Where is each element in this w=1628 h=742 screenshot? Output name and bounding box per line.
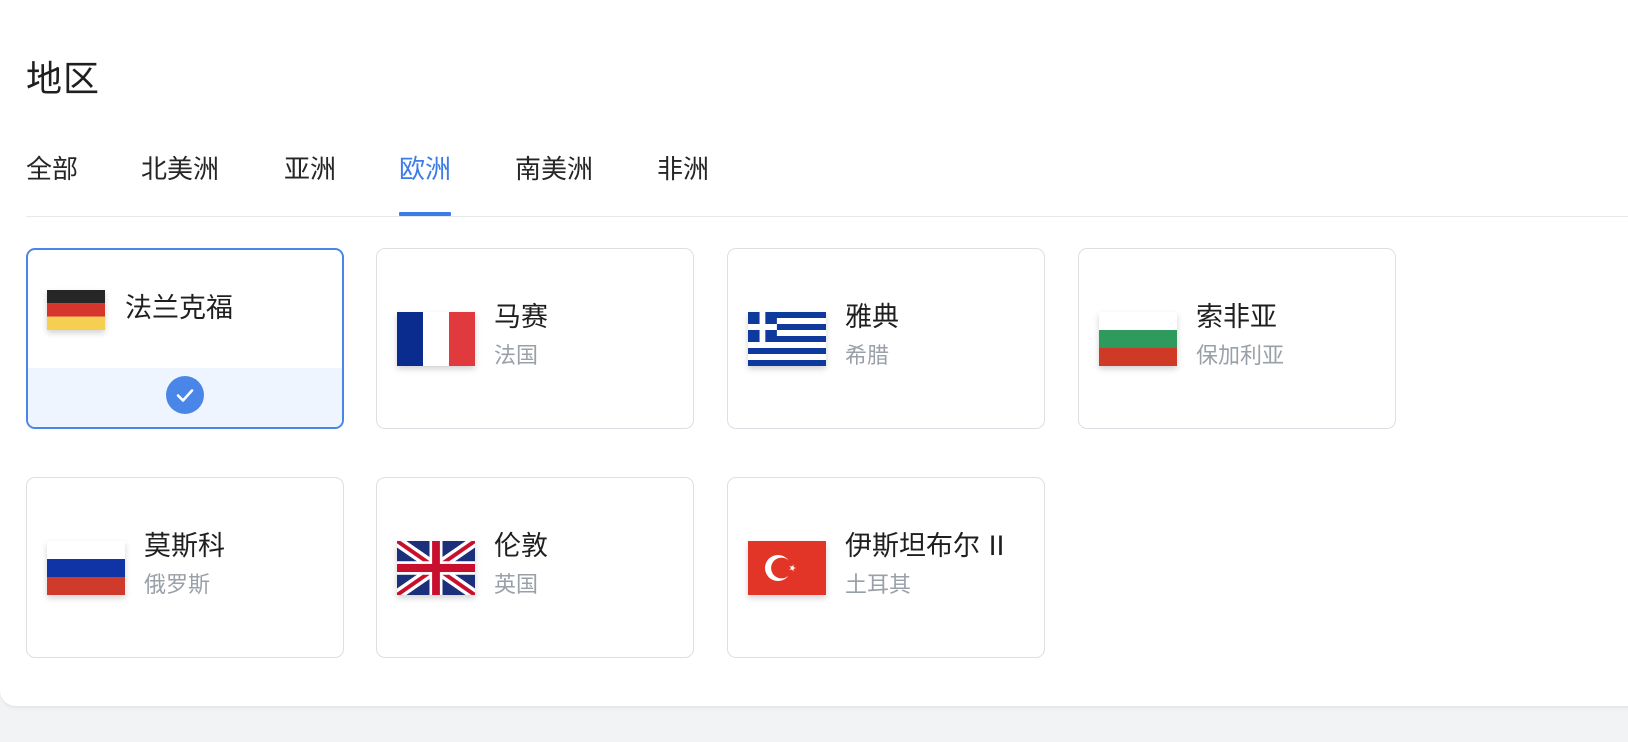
tab-label: 欧洲 — [399, 155, 452, 185]
region-card-frankfurt[interactable]: 法兰克福 — [26, 248, 344, 429]
tab-europe[interactable]: 欧洲 — [399, 150, 452, 216]
city-name: 法兰克福 — [125, 293, 233, 324]
tab-south-america[interactable]: 南美洲 — [515, 150, 593, 190]
france-flag-icon — [397, 312, 475, 366]
tab-label: 南美洲 — [515, 155, 594, 185]
country-name: 土耳其 — [845, 573, 912, 598]
region-card-marseille[interactable]: 马赛 法国 — [376, 248, 694, 429]
country-name: 希腊 — [845, 344, 890, 369]
selected-indicator-bar — [28, 368, 342, 427]
region-panel: 地区 全部 北美洲 亚洲 欧洲 南美洲 非洲 法兰克福 马赛 法国 雅典 希腊 … — [0, 0, 1628, 707]
region-card-athens[interactable]: 雅典 希腊 — [727, 248, 1045, 429]
greece-flag-icon — [748, 312, 826, 366]
country-name: 法国 — [494, 344, 539, 369]
country-name: 保加利亚 — [1196, 344, 1285, 369]
country-name: 俄罗斯 — [144, 573, 211, 598]
turkey-flag-icon — [748, 541, 826, 595]
russia-flag-icon — [47, 541, 125, 595]
uk-flag-icon — [397, 541, 475, 595]
tab-north-america[interactable]: 北美洲 — [141, 150, 219, 190]
region-card-moscow[interactable]: 莫斯科 俄罗斯 — [26, 477, 344, 658]
germany-flag-icon — [47, 290, 105, 330]
tab-africa[interactable]: 非洲 — [657, 150, 709, 190]
tab-label: 全部 — [26, 155, 79, 185]
region-card-sofia[interactable]: 索非亚 保加利亚 — [1078, 248, 1396, 429]
tab-label: 亚洲 — [284, 155, 337, 185]
city-name: 伦敦 — [494, 531, 548, 562]
tab-asia[interactable]: 亚洲 — [284, 150, 336, 190]
check-icon — [166, 376, 204, 414]
active-tab-indicator — [399, 212, 452, 216]
city-name: 马赛 — [494, 302, 548, 333]
region-card-istanbul[interactable]: 伊斯坦布尔 II 土耳其 — [727, 477, 1045, 658]
tab-label: 北美洲 — [141, 155, 220, 185]
bulgaria-flag-icon — [1099, 312, 1177, 366]
tab-label: 非洲 — [657, 155, 710, 185]
country-name: 英国 — [494, 573, 539, 598]
tab-all[interactable]: 全部 — [26, 150, 78, 190]
city-name: 雅典 — [845, 302, 899, 333]
section-title: 地区 — [26, 59, 101, 100]
city-name: 莫斯科 — [144, 531, 225, 562]
region-card-london[interactable]: 伦敦 英国 — [376, 477, 694, 658]
city-name: 索非亚 — [1196, 302, 1277, 333]
city-name: 伊斯坦布尔 II — [845, 531, 1005, 562]
region-tabs: 全部 北美洲 亚洲 欧洲 南美洲 非洲 — [26, 142, 1628, 217]
